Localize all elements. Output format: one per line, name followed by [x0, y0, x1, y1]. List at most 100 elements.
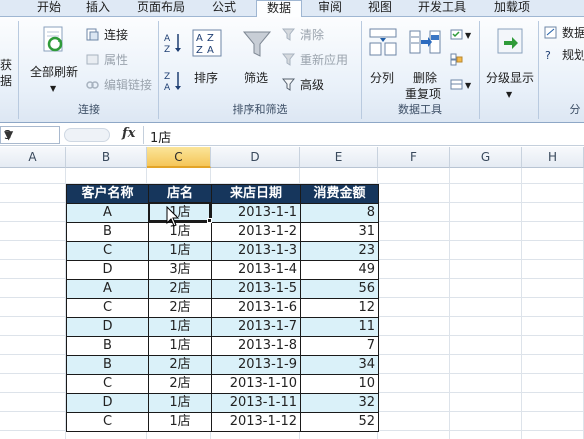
insert-function-icon[interactable]: fx — [122, 126, 135, 141]
table-row: A 2店 2013-1-5 56 — [66, 279, 379, 299]
amount-cell[interactable]: 52 — [300, 412, 379, 432]
worksheet-grid[interactable]: ABCDEFGH 客户名称 店名 来店日期 消费金额 A 1店 2013-1-1 8 B… — [0, 147, 584, 439]
tab-8[interactable]: 加载项 — [490, 0, 534, 17]
amount-cell[interactable]: 11 — [300, 317, 379, 337]
tab-3[interactable]: 公式 — [208, 0, 240, 17]
customer-cell[interactable]: C — [66, 412, 149, 432]
store-cell[interactable]: 2店 — [148, 298, 212, 318]
tab-1[interactable]: 插入 — [83, 0, 113, 17]
customer-cell[interactable]: A — [66, 203, 149, 223]
date-cell[interactable]: 2013-1-3 — [211, 241, 301, 261]
get-external-data-partial[interactable]: 获 据 — [0, 57, 14, 89]
refresh-all-button[interactable]: 全部刷新 ▼ — [26, 23, 82, 95]
amount-cell[interactable]: 49 — [300, 260, 379, 280]
amount-cell[interactable]: 56 — [300, 279, 379, 299]
data-analysis-button[interactable]: 数据 — [544, 25, 584, 42]
clear-filter-button[interactable]: 清除 — [282, 27, 342, 44]
connections-button[interactable]: 连接 — [86, 27, 156, 44]
data-validation-button[interactable]: ▼ — [450, 27, 476, 44]
column-header-c[interactable]: C — [147, 147, 211, 168]
amount-cell[interactable]: 34 — [300, 355, 379, 375]
customer-cell[interactable]: A — [66, 279, 149, 299]
store-cell[interactable]: 1店 — [148, 222, 212, 242]
date-cell[interactable]: 2013-1-2 — [211, 222, 301, 242]
column-header-d[interactable]: D — [211, 147, 300, 168]
store-cell[interactable]: 2店 — [148, 279, 212, 299]
column-gridline — [521, 168, 522, 439]
header-amount[interactable]: 消费金额 — [300, 184, 379, 204]
properties-button[interactable]: 属性 — [86, 52, 156, 69]
solver-button[interactable]: ? 规划 — [544, 47, 584, 64]
formula-buttons-pill[interactable] — [64, 128, 110, 142]
store-cell[interactable]: 1店 — [148, 336, 212, 356]
store-cell[interactable]: 1店 — [148, 317, 212, 337]
remove-duplicates-button[interactable]: 删除 重复项 — [404, 25, 446, 101]
column-header-b[interactable]: B — [66, 147, 147, 168]
advanced-filter-button[interactable]: 高级 — [282, 77, 342, 94]
customer-cell[interactable]: C — [66, 374, 149, 394]
amount-cell[interactable]: 10 — [300, 374, 379, 394]
chevron-down-icon: ▼ — [506, 90, 513, 99]
header-visit-date[interactable]: 来店日期 — [211, 184, 301, 204]
store-cell[interactable]: 1店 — [148, 241, 212, 261]
text-to-columns-button[interactable]: 分列 — [366, 25, 400, 85]
customer-cell[interactable]: D — [66, 260, 149, 280]
amount-cell[interactable]: 12 — [300, 298, 379, 318]
customer-cell[interactable]: D — [66, 317, 149, 337]
what-if-analysis-button[interactable]: ▼ — [450, 77, 476, 94]
column-header-h[interactable]: H — [522, 147, 584, 168]
sort-button[interactable]: A Z Z A 排序 — [190, 27, 226, 85]
tab-4[interactable]: 数据 — [256, 0, 302, 18]
date-cell[interactable]: 2013-1-1 — [211, 203, 301, 223]
date-cell[interactable]: 2013-1-6 — [211, 298, 301, 318]
customer-cell[interactable]: C — [66, 241, 149, 261]
date-cell[interactable]: 2013-1-4 — [211, 260, 301, 280]
outline-button[interactable]: 分级显示 ▼ — [484, 25, 536, 99]
tab-7[interactable]: 开发工具 — [412, 0, 472, 17]
date-cell[interactable]: 2013-1-7 — [211, 317, 301, 337]
column-header-g[interactable]: G — [450, 147, 522, 168]
customer-cell[interactable]: C — [66, 298, 149, 318]
store-cell[interactable]: 1店 — [148, 203, 212, 223]
store-cell[interactable]: 1店 — [148, 393, 212, 413]
store-cell[interactable]: 3店 — [148, 260, 212, 280]
customer-cell[interactable]: D — [66, 393, 149, 413]
column-header-a[interactable]: A — [0, 147, 66, 168]
store-cell[interactable]: 2店 — [148, 355, 212, 375]
tab-5[interactable]: 审阅 — [314, 0, 346, 17]
column-header-f[interactable]: F — [378, 147, 450, 168]
date-cell[interactable]: 2013-1-10 — [211, 374, 301, 394]
name-box[interactable]: 3 ▼ — [0, 126, 60, 144]
amount-cell[interactable]: 32 — [300, 393, 379, 413]
filter-button[interactable]: 筛选 — [240, 27, 276, 85]
header-store[interactable]: 店名 — [148, 184, 212, 204]
header-customer[interactable]: 客户名称 — [66, 184, 149, 204]
customer-cell[interactable]: B — [66, 222, 149, 242]
sort-ascending-button[interactable]: A Z — [163, 31, 185, 55]
edit-links-button[interactable]: 编辑链接 — [86, 77, 156, 94]
date-cell[interactable]: 2013-1-5 — [211, 279, 301, 299]
sort-descending-button[interactable]: Z A — [163, 69, 185, 93]
customer-cell[interactable]: B — [66, 355, 149, 375]
tab-2[interactable]: 页面布局 — [133, 0, 189, 17]
consolidate-button[interactable] — [450, 52, 476, 69]
amount-cell[interactable]: 7 — [300, 336, 379, 356]
date-cell[interactable]: 2013-1-12 — [211, 412, 301, 432]
filter-funnel-icon — [242, 31, 272, 57]
date-cell[interactable]: 2013-1-8 — [211, 336, 301, 356]
store-cell[interactable]: 1店 — [148, 412, 212, 432]
reapply-button[interactable]: 重新应用 — [282, 52, 354, 69]
store-cell[interactable]: 2店 — [148, 374, 212, 394]
formula-input[interactable]: 1店 — [143, 126, 584, 146]
amount-cell[interactable]: 23 — [300, 241, 379, 261]
fill-handle[interactable] — [207, 218, 212, 223]
tab-0[interactable]: 开始 — [30, 0, 68, 17]
amount-cell[interactable]: 8 — [300, 203, 379, 223]
amount-cell[interactable]: 31 — [300, 222, 379, 242]
tab-6[interactable]: 视图 — [364, 0, 396, 17]
column-header-e[interactable]: E — [300, 147, 378, 168]
customer-cell[interactable]: B — [66, 336, 149, 356]
chevron-down-icon[interactable]: ▼ — [4, 128, 13, 142]
date-cell[interactable]: 2013-1-9 — [211, 355, 301, 375]
date-cell[interactable]: 2013-1-11 — [211, 393, 301, 413]
